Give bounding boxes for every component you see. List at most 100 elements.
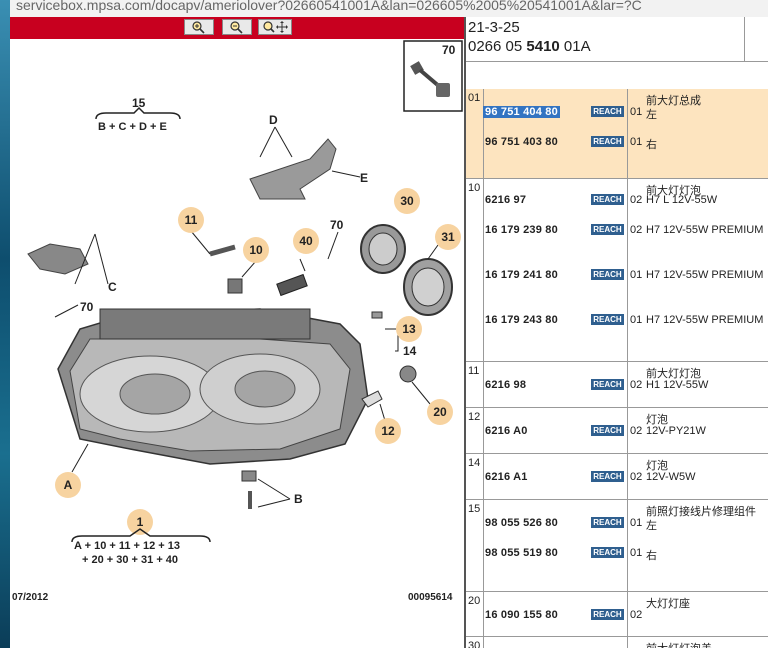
part-row[interactable]: 96 751 404 80 REACH 01 左 [466,106,768,122]
part-group[interactable]: 12 灯泡 6216 A0 REACH 02 12V-PY21W [466,408,768,454]
fastener-b [241,470,291,509]
address-bar[interactable]: servicebox.mpsa.com/docapv/ameriolover?0… [10,0,768,18]
reach-badge[interactable]: REACH [591,106,624,117]
part-row[interactable]: 16 179 239 80 REACH 02 H7 12V-55W PREMIUM [466,224,768,240]
column-divider [483,500,484,591]
zoom-move-button[interactable] [258,19,292,35]
part-row[interactable]: 6216 97 REACH 02 H7 L 12V-55W [466,194,768,210]
part-row[interactable]: 96 751 403 80 REACH 01 右 [466,136,768,152]
bulb-10 [227,260,257,294]
part-group[interactable]: 20 大灯灯座 16 090 155 80 REACH 02 [466,592,768,637]
part-number-link[interactable]: 16 179 241 80 [485,269,558,281]
svg-text:1: 1 [137,515,144,529]
reach-badge[interactable]: REACH [591,609,624,620]
reach-badge[interactable]: REACH [591,269,624,280]
reach-badge[interactable]: REACH [591,379,624,390]
part-number-link[interactable]: 6216 A1 [485,471,528,483]
bracket-d-part [249,138,337,200]
part-quantity: 02 [630,224,643,236]
svg-text:40: 40 [299,234,313,248]
part-description: H7 12V-55W PREMIUM [646,314,764,326]
part-number-link[interactable]: 6216 98 [485,379,526,391]
part-quantity: 02 [630,379,643,391]
svg-text:12: 12 [381,424,395,438]
group-number: 30 [468,640,481,648]
diagram-pane: 70 15 B + C + D + E D E C 70 70 B 11 10 … [10,17,464,648]
part-row[interactable]: 98 055 526 80 REACH 01 左 [466,517,768,533]
reach-badge[interactable]: REACH [591,547,624,558]
part-row[interactable]: 6216 A1 REACH 02 12V-W5W [466,471,768,487]
connector-40 [276,258,308,297]
part-quantity: 02 [630,609,643,621]
svg-text:31: 31 [441,230,455,244]
svg-text:13: 13 [402,322,416,336]
part-quantity: 01 [630,136,643,148]
svg-text:11: 11 [185,213,198,227]
part-group[interactable]: 15 前照灯接线片修理组件 98 055 526 80 REACH 01 左 98 055 … [466,500,768,592]
part-group[interactable]: 10 前大灯灯泡 6216 97 REACH 02 H7 L 12V-55W 16 179 … [466,179,768,362]
part-number-link[interactable]: 16 179 243 80 [485,314,558,326]
headlamp-assembly [57,308,369,465]
socket-20 [399,365,431,405]
diagram-ref: 00095614 [408,592,453,603]
part-row[interactable]: 16 179 243 80 REACH 01 H7 12V-55W PREMIUM [466,314,768,330]
part-group[interactable]: 30 前大灯灯泡盖 [466,637,768,648]
part-quantity: 02 [630,425,643,437]
url-text: servicebox.mpsa.com/docapv/ameriolover?0… [16,0,642,13]
reach-badge[interactable]: REACH [591,517,624,528]
reach-badge[interactable]: REACH [591,224,624,235]
part-quantity: 01 [630,269,643,281]
part-number-link[interactable]: 96 751 403 80 [485,136,558,148]
part-number-link[interactable]: 98 055 519 80 [485,547,558,559]
inset-box-70: 70 [403,40,463,112]
group-number: 20 [468,595,481,607]
part-number-link[interactable]: 6216 97 [485,194,526,206]
parts-header: 21-3-25 0266 05 5410 01A [466,17,768,62]
column-divider [483,89,484,178]
group-number: 01 [468,92,481,104]
group-title: 前大灯灯泡盖 [646,640,712,648]
zoom-move-icon [263,21,288,33]
bulb-13-14 [371,311,399,352]
part-quantity: 01 [630,517,643,529]
inset-label-70: 70 [442,43,456,57]
reach-badge[interactable]: REACH [591,471,624,482]
column-divider [483,637,484,648]
part-number-link[interactable]: 16 179 239 80 [485,224,558,236]
zoom-out-button[interactable] [222,19,252,35]
zoom-in-button[interactable] [184,19,214,35]
column-divider [627,89,628,178]
reach-badge[interactable]: REACH [591,194,624,205]
column-divider [627,500,628,591]
callout-30: 30 [394,188,420,214]
part-row[interactable]: 98 055 519 80 REACH 01 右 [466,547,768,563]
part-group[interactable]: 14 灯泡 6216 A1 REACH 02 12V-W5W [466,454,768,500]
group-number: 15 [468,503,481,515]
reach-badge[interactable]: REACH [591,425,624,436]
part-description: 12V-PY21W [646,425,706,437]
label-1-formula-b: + 20 + 30 + 31 + 40 [82,554,178,566]
part-number-link[interactable]: 96 751 404 80 [483,106,560,118]
part-quantity: 01 [630,547,643,559]
part-description: 左 [646,109,657,121]
bracket-c-part [27,243,89,275]
zoom-in-icon [192,21,205,34]
part-row[interactable]: 16 090 155 80 REACH 02 [466,609,768,625]
part-quantity: 02 [630,194,643,206]
part-row[interactable]: 16 179 241 80 REACH 01 H7 12V-55W PREMIUM [466,269,768,285]
part-group[interactable]: 01 前大灯总成 96 751 404 80 REACH 01 左 96 751 403 8… [466,89,768,179]
parts-list-pane: 21-3-25 0266 05 5410 01A 01 前大灯总成 96 751 4… [466,17,768,648]
part-row[interactable]: 6216 98 REACH 02 H1 12V-55W [466,379,768,395]
part-quantity: 02 [630,471,643,483]
part-number-link[interactable]: 6216 A0 [485,425,528,437]
label-70-left: 70 [80,300,94,314]
reach-badge[interactable]: REACH [591,136,624,147]
callout-10: 10 [243,237,269,263]
part-row[interactable]: 6216 A0 REACH 02 12V-PY21W [466,425,768,441]
part-group[interactable]: 11 前大灯灯泡 6216 98 REACH 02 H1 12V-55W [466,362,768,408]
part-number-link[interactable]: 16 090 155 80 [485,609,558,621]
svg-text:20: 20 [433,405,447,419]
svg-text:A: A [64,478,73,492]
reach-badge[interactable]: REACH [591,314,624,325]
part-number-link[interactable]: 98 055 526 80 [485,517,558,529]
